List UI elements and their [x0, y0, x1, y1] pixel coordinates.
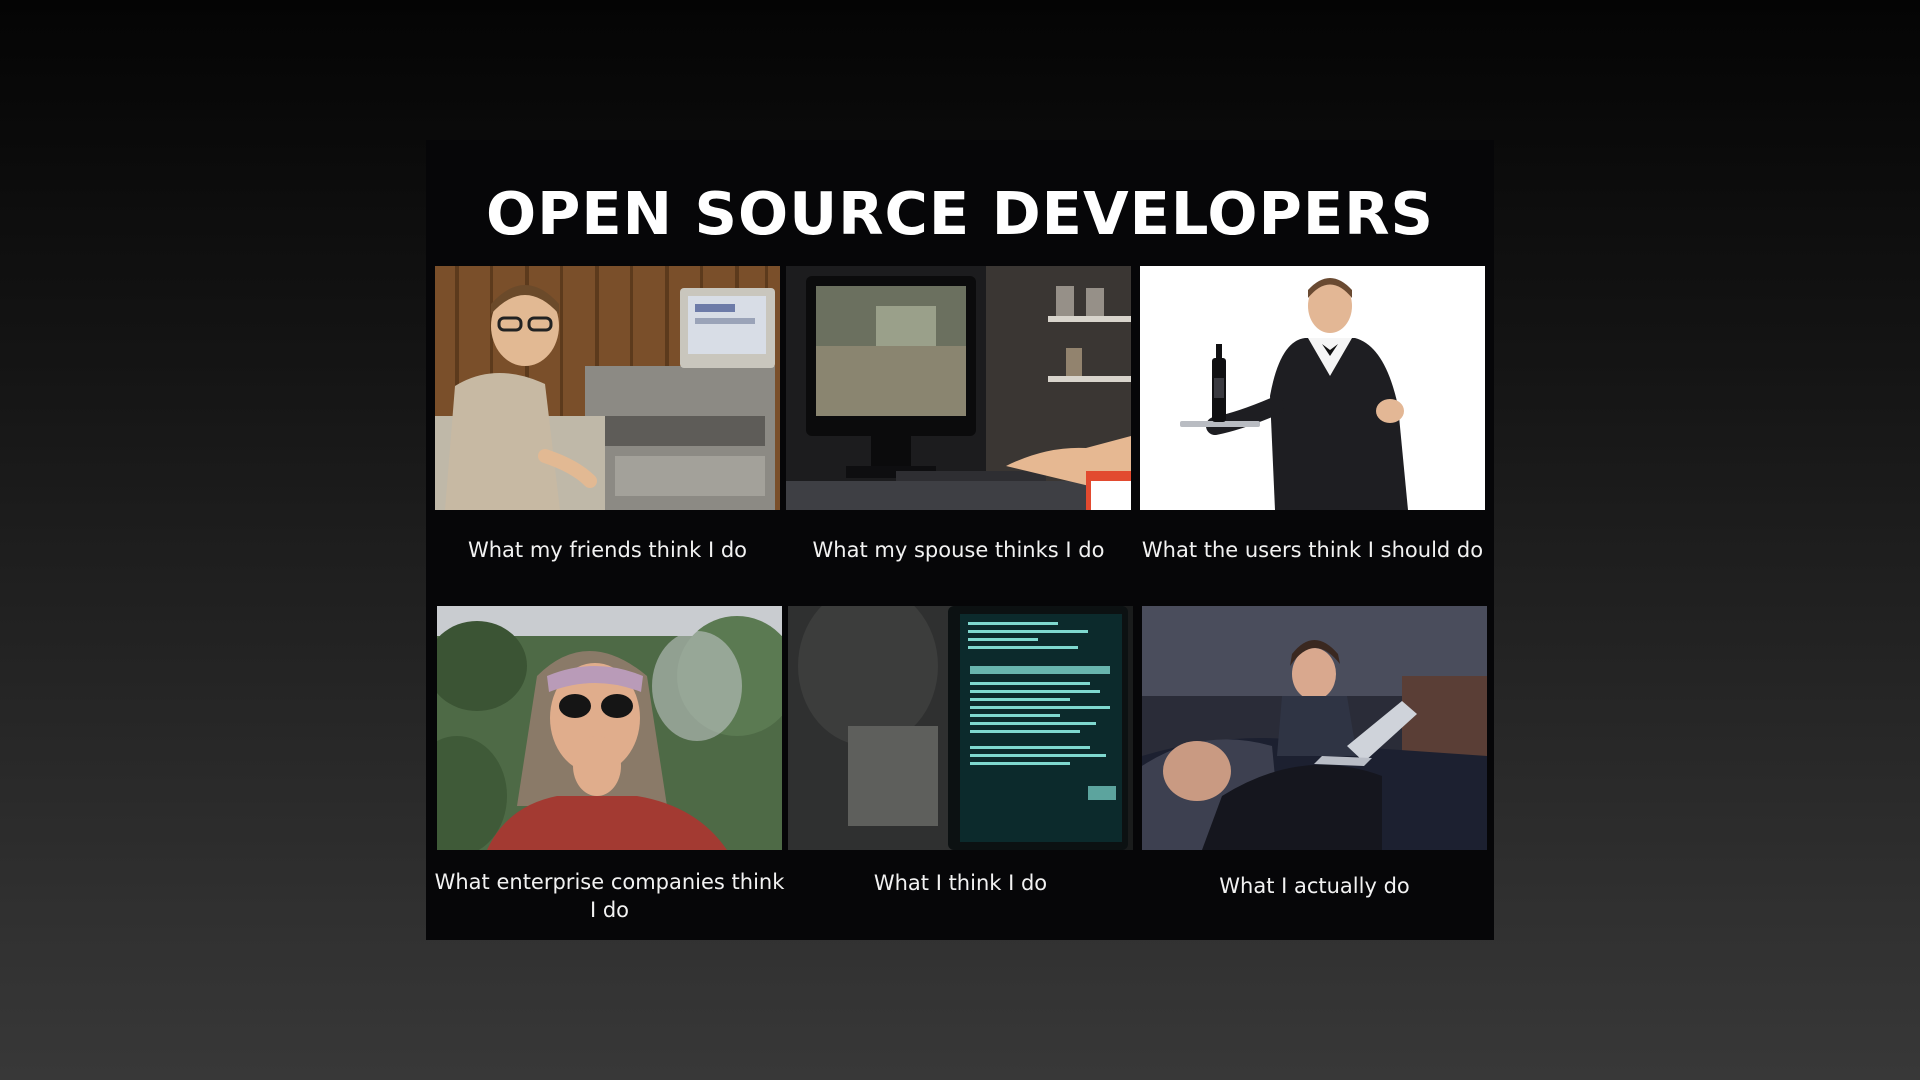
- hacker-terminal-image: [788, 606, 1133, 850]
- waiter-serving-wine-image: [1140, 266, 1485, 510]
- photo-hippie-smoking: [437, 606, 782, 850]
- laptop-in-bed-at-night-image: [1142, 606, 1487, 850]
- caption-actually: What I actually do: [1219, 874, 1410, 898]
- photo-gaming-pc-screen: [786, 266, 1131, 510]
- caption-users: What the users think I should do: [1141, 538, 1484, 562]
- caption-spouse: What my spouse thinks I do: [812, 538, 1105, 562]
- nerd-at-old-computer-image: [435, 266, 780, 510]
- hippie-smoking-image: [437, 606, 782, 850]
- caption-enterprise: What enterprise companies think I do: [434, 870, 785, 922]
- caption-friends: What my friends think I do: [467, 538, 748, 562]
- meme-image: OPEN SOURCE DEVELOPERS What my friends t…: [426, 140, 1494, 940]
- photo-hacker-terminal: [788, 606, 1133, 850]
- photo-nerd-at-old-computer: [435, 266, 780, 510]
- caption-i-think: What I think I do: [873, 871, 1048, 895]
- gaming-pc-screen-image: [786, 266, 1131, 510]
- meme-title: OPEN SOURCE DEVELOPERS: [485, 179, 1435, 248]
- photo-laptop-in-bed-at-night: [1142, 606, 1487, 850]
- photo-waiter-serving-wine: [1140, 266, 1485, 510]
